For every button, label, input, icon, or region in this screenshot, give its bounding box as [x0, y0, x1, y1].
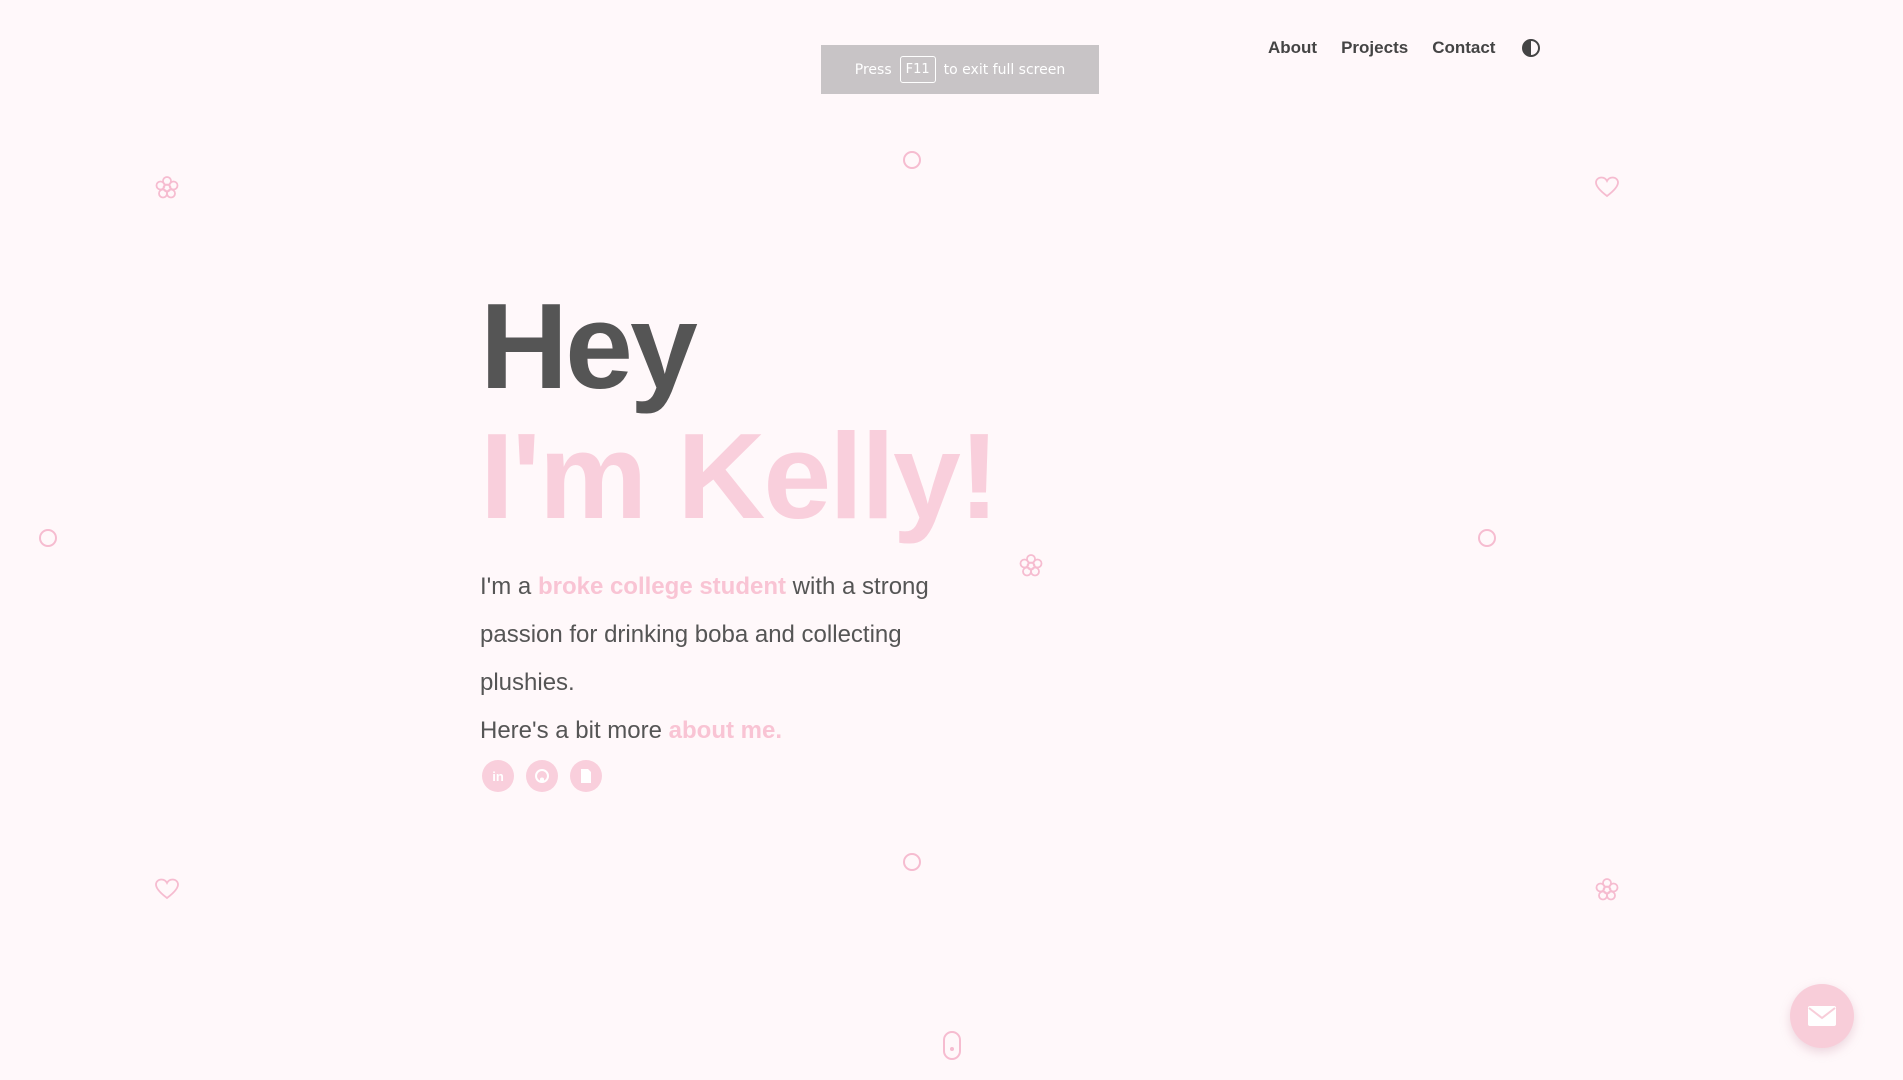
social-links: in: [482, 760, 602, 792]
page: Press F11 to exit full screen About Proj…: [0, 0, 1903, 1080]
flower-icon: [1595, 878, 1619, 901]
hero-description: I'm a broke college student with a stron…: [480, 563, 950, 755]
hero-desc-highlight: broke college student: [537, 573, 786, 600]
about-me-link[interactable]: about me.: [669, 717, 782, 744]
resume-button[interactable]: [570, 760, 602, 792]
fullscreen-notice-key: F11: [899, 56, 936, 83]
scroll-indicator-dot: [950, 1047, 954, 1051]
envelope-icon: [1808, 1006, 1836, 1026]
nav-contact-link[interactable]: Contact: [1432, 38, 1495, 58]
theme-toggle-icon[interactable]: [1521, 38, 1541, 58]
heart-icon: [155, 878, 179, 900]
github-icon: [535, 769, 549, 783]
ring-decoration: [903, 151, 921, 169]
github-button[interactable]: [526, 760, 558, 792]
linkedin-icon: in: [492, 768, 504, 784]
fullscreen-notice: Press F11 to exit full screen: [821, 45, 1099, 94]
nav-projects-link[interactable]: Projects: [1341, 38, 1408, 58]
mail-button[interactable]: [1790, 984, 1854, 1048]
fullscreen-notice-press: Press: [854, 61, 892, 78]
heart-icon: [1595, 176, 1619, 198]
scroll-down-indicator[interactable]: [943, 1031, 961, 1060]
nav-about-link[interactable]: About: [1268, 38, 1317, 58]
fullscreen-notice-text: to exit full screen: [943, 61, 1066, 78]
ring-decoration: [1478, 529, 1496, 547]
top-nav: About Projects Contact: [1268, 38, 1541, 58]
flower-icon: [155, 176, 179, 199]
resume-document-icon: [581, 769, 591, 783]
hero-section: Hey I'm Kelly! I'm a broke college stude…: [480, 285, 1040, 755]
hero-more-prefix: Here's a bit more: [480, 717, 669, 744]
hero-desc-prefix: I'm a: [480, 573, 538, 600]
linkedin-button[interactable]: in: [482, 760, 514, 792]
ring-decoration: [39, 529, 57, 547]
ring-decoration: [903, 853, 921, 871]
hero-name: I'm Kelly!: [480, 408, 1000, 544]
hero-greeting: Hey: [480, 278, 698, 414]
